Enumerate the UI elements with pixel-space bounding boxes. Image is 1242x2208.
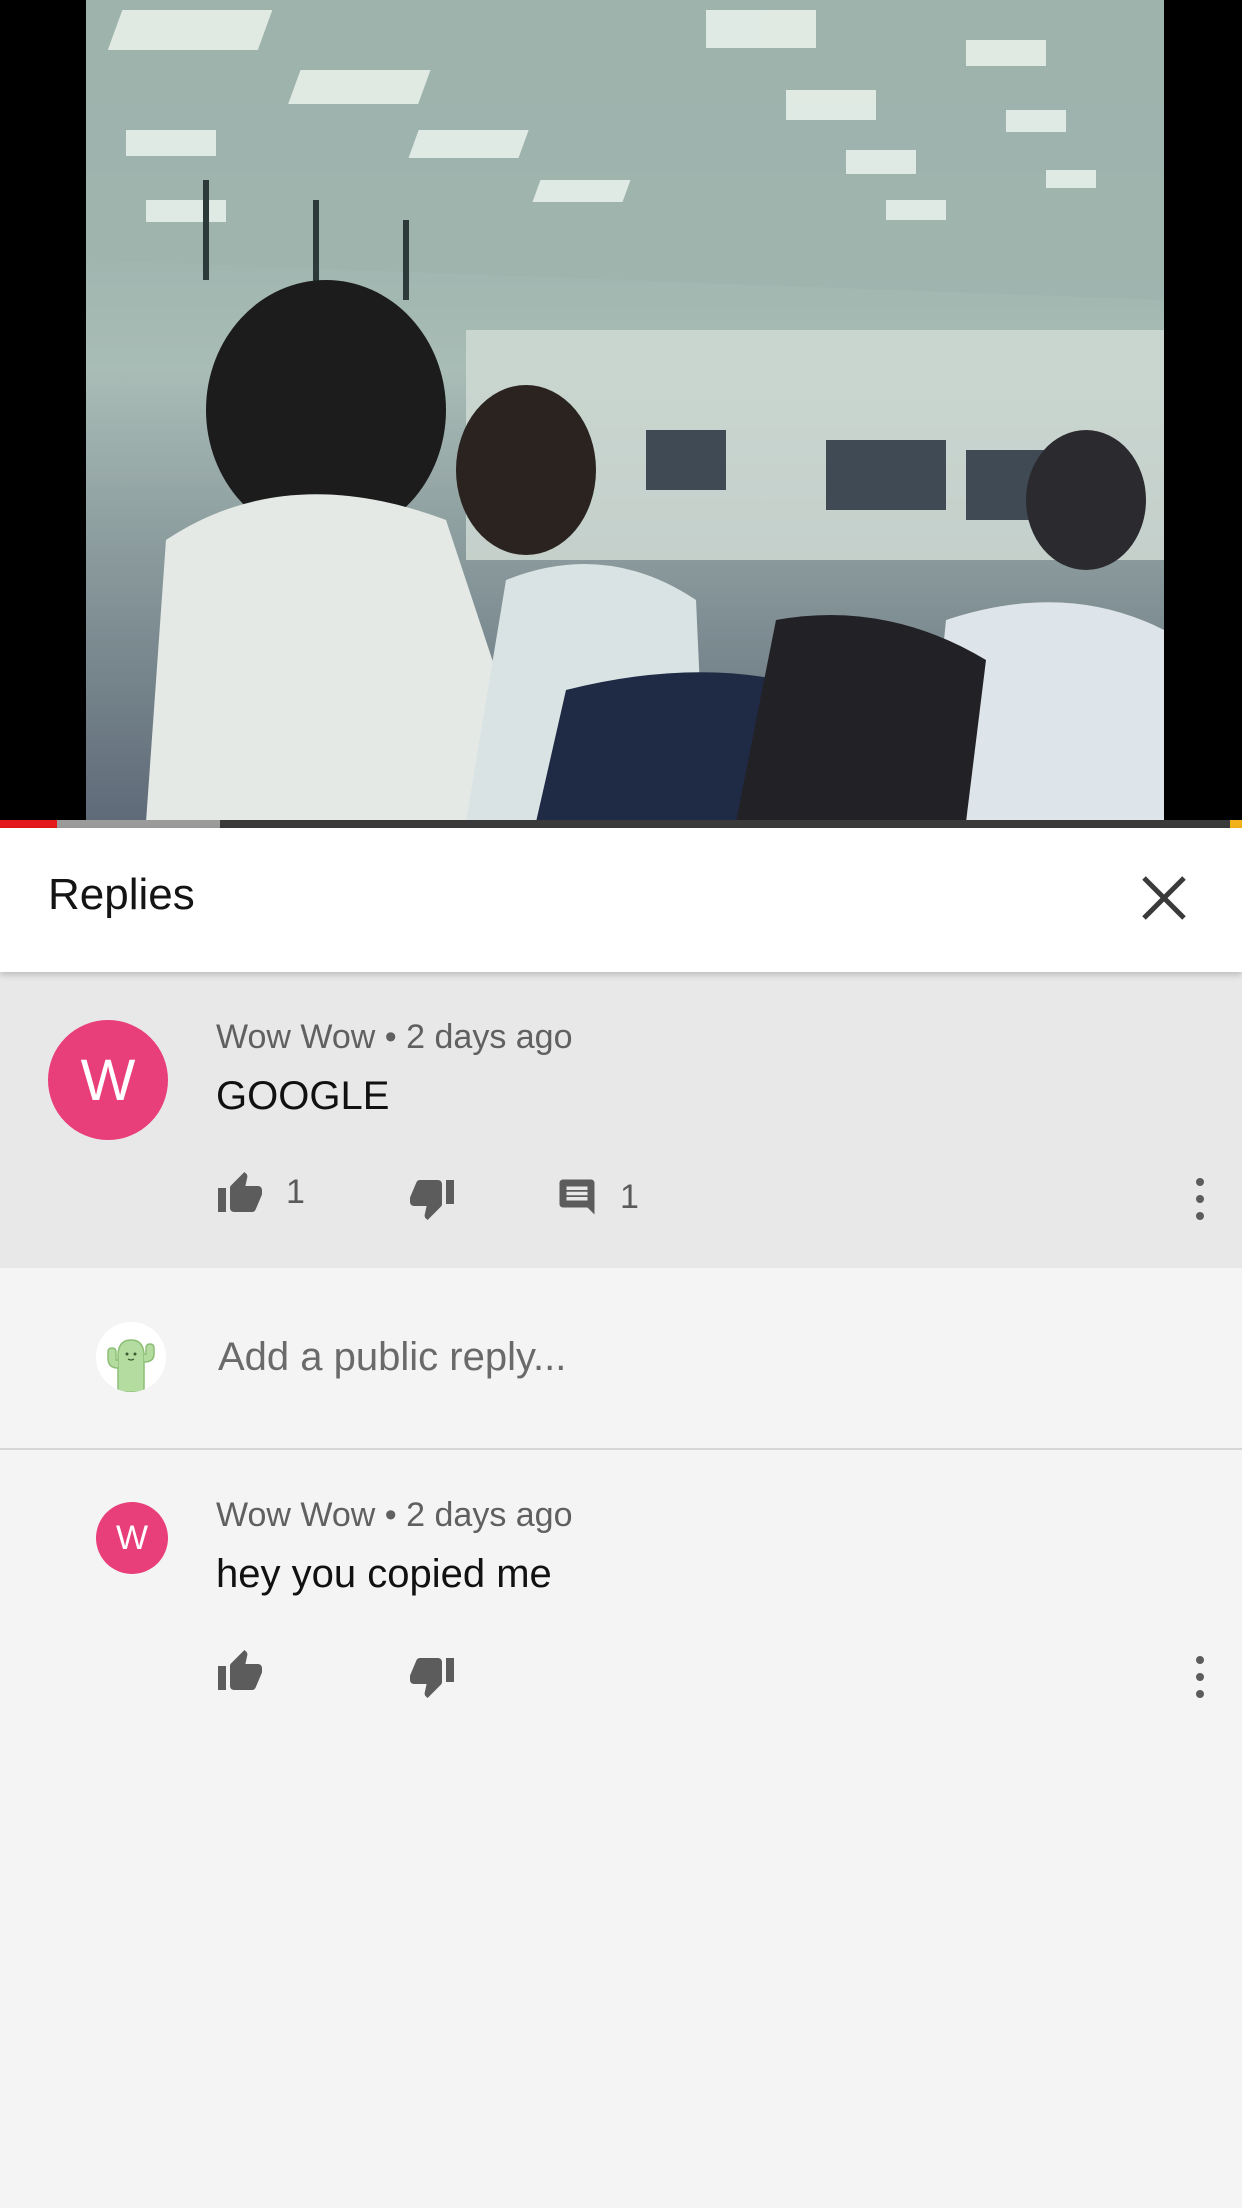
more-vert-icon (1196, 1656, 1204, 1698)
meta-separator: • (384, 1496, 397, 1534)
add-reply-box (0, 1268, 1242, 1450)
like-button[interactable]: 1 (216, 1170, 305, 1214)
more-options-button[interactable] (1188, 1652, 1212, 1702)
comment-time: 2 days ago (406, 1018, 573, 1056)
comment-time: 2 days ago (406, 1496, 573, 1534)
close-icon (1142, 876, 1186, 920)
reply-count: 1 (620, 1177, 639, 1216)
meta-separator: • (384, 1018, 397, 1056)
replies-title: Replies (48, 870, 195, 919)
progress-end-marker (1230, 820, 1242, 828)
comment-meta: Wow Wow • 2 days ago (216, 1496, 573, 1535)
thumbs-down-icon (410, 1658, 454, 1698)
reply-comment: W Wow Wow • 2 days ago hey you copied me (0, 1450, 1242, 1750)
comment-text: GOOGLE (216, 1074, 390, 1118)
replies-header: Replies (0, 828, 1242, 972)
like-button[interactable] (216, 1648, 264, 1692)
video-player[interactable] (0, 0, 1242, 828)
thumbs-down-icon (410, 1180, 454, 1220)
more-vert-icon (1196, 1178, 1204, 1220)
dislike-button[interactable] (408, 1178, 456, 1222)
comment-author[interactable]: Wow Wow (216, 1496, 375, 1534)
comment-text: hey you copied me (216, 1552, 552, 1596)
reply-input[interactable] (216, 1326, 1120, 1388)
comment-icon (559, 1179, 595, 1215)
thumbs-up-icon (218, 1172, 262, 1212)
close-button[interactable] (1134, 868, 1194, 928)
progress-played (0, 820, 58, 828)
thumbs-up-icon (218, 1650, 262, 1690)
dislike-button[interactable] (408, 1656, 456, 1700)
more-options-button[interactable] (1188, 1174, 1212, 1224)
cactus-avatar-icon (96, 1322, 166, 1392)
reply-count-button[interactable]: 1 (556, 1176, 639, 1218)
parent-comment: W Wow Wow • 2 days ago GOOGLE 1 1 (0, 972, 1242, 1268)
avatar[interactable]: W (48, 1020, 168, 1140)
current-user-avatar (96, 1322, 166, 1392)
comment-author[interactable]: Wow Wow (216, 1018, 375, 1056)
like-count: 1 (286, 1172, 305, 1211)
video-progress-bar[interactable] (0, 820, 1242, 828)
avatar[interactable]: W (96, 1502, 168, 1574)
video-frame (86, 0, 1164, 822)
comment-meta: Wow Wow • 2 days ago (216, 1018, 573, 1057)
